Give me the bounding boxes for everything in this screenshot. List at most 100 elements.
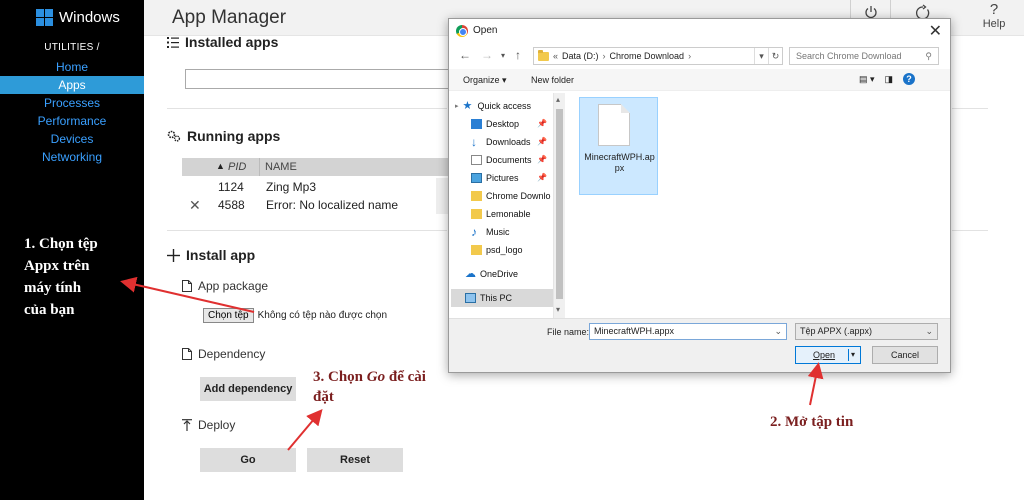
nav-item-downloads[interactable]: ↓ Downloads 📌: [451, 133, 553, 151]
row-name: Error: No localized name: [266, 198, 399, 212]
dialog-search-input[interactable]: Search Chrome Download ⚲: [789, 47, 939, 65]
organize-menu[interactable]: Organize ▾: [463, 75, 507, 86]
go-button[interactable]: Go: [200, 448, 296, 472]
plus-icon: [167, 248, 180, 262]
address-bar[interactable]: « Data (D:) › Chrome Download › ▾ ↻: [533, 47, 783, 65]
dialog-toolbar: Organize ▾ New folder ▤ ▾ ◨ ?: [449, 69, 950, 91]
open-button[interactable]: Open ▾: [795, 346, 861, 364]
sidebar-item-networking[interactable]: Networking: [0, 148, 144, 166]
file-type-value: Tệp APPX (.appx): [800, 326, 873, 336]
table-row[interactable]: ✕ 4588 Error: No localized name: [182, 196, 452, 214]
divider: [167, 108, 447, 109]
add-dependency-button[interactable]: Add dependency: [200, 377, 296, 401]
breadcrumb-item[interactable]: Data (D:): [562, 51, 599, 61]
breadcrumb-item[interactable]: Chrome Download: [610, 51, 685, 61]
divider: [952, 230, 988, 231]
scroll-up-icon[interactable]: ▴: [556, 95, 560, 104]
annotation-step-3: 3. Chọn Go để cài đặt: [313, 367, 426, 407]
folder-icon: [471, 191, 482, 201]
nav-item-quick-access[interactable]: ▸ ★ Quick access: [451, 97, 553, 115]
sidebar-item-devices[interactable]: Devices: [0, 130, 144, 148]
dialog-footer: File name: MinecraftWPH.appx ⌄ Tệp APPX …: [449, 318, 950, 372]
chevron-down-icon[interactable]: ⌄: [925, 326, 933, 337]
table-row[interactable]: 1124 Zing Mp3: [182, 178, 452, 196]
open-options-arrow-icon[interactable]: ▾: [851, 350, 855, 359]
change-view-icon[interactable]: ▤ ▾: [859, 74, 875, 85]
chevron-down-icon[interactable]: ⌄: [774, 326, 782, 337]
forward-arrow-icon[interactable]: →: [481, 48, 493, 62]
file-name-input[interactable]: MinecraftWPH.appx ⌄: [589, 323, 787, 340]
view-controls: ▤ ▾ ◨ ?: [859, 73, 916, 85]
sidebar-item-processes[interactable]: Processes: [0, 94, 144, 112]
pin-icon: 📌: [537, 137, 547, 146]
back-arrow-icon[interactable]: ←: [459, 48, 471, 62]
expand-chevron-icon[interactable]: ▸: [455, 102, 459, 110]
column-separator: [259, 158, 260, 176]
navigation-pane-scrollbar[interactable]: ▴ ▾: [553, 93, 565, 318]
nav-item-psd-logo[interactable]: psd_logo: [451, 241, 553, 259]
cancel-button[interactable]: Cancel: [872, 346, 938, 364]
nav-item-this-pc[interactable]: This PC: [451, 289, 553, 307]
nav-item-label: Quick access: [477, 101, 532, 111]
nav-item-music[interactable]: ♪ Music: [451, 223, 553, 241]
new-folder-button[interactable]: New folder: [531, 75, 574, 85]
sidebar-nav: Home Apps Processes Performance Devices …: [0, 58, 144, 166]
document-icon: [598, 104, 630, 146]
file-name-value: MinecraftWPH.appx: [594, 326, 675, 336]
breadcrumb-separator[interactable]: ›: [688, 51, 691, 61]
nav-item-onedrive[interactable]: ☁ OneDrive: [451, 265, 553, 283]
address-dropdown-icon[interactable]: ▾: [754, 48, 768, 64]
annotation-step-3-line: 3. Chọn Go để cài: [313, 367, 426, 387]
end-task-icon[interactable]: ✕: [189, 197, 201, 214]
row-pid: 4588: [218, 198, 245, 212]
file-item[interactable]: MinecraftWPH.appx: [579, 97, 658, 195]
file-type-select[interactable]: Tệp APPX (.appx) ⌄: [795, 323, 938, 340]
annotation-step-1-line: Appx trên: [24, 258, 90, 274]
up-arrow-icon[interactable]: ↑: [515, 48, 521, 62]
nav-item-desktop[interactable]: Desktop 📌: [451, 115, 553, 133]
annotation-step-2: 2. Mở tập tin: [770, 414, 854, 430]
nav-item-label: Documents: [486, 155, 532, 165]
divider: [952, 108, 988, 109]
help-icon[interactable]: ?: [903, 73, 916, 85]
nav-item-chrome-download[interactable]: Chrome Downlo: [451, 187, 553, 205]
file-icon: [182, 280, 192, 292]
file-list: MinecraftWPH.appx: [566, 93, 948, 318]
column-header-pid[interactable]: PID: [228, 161, 246, 173]
sidebar-item-performance[interactable]: Performance: [0, 112, 144, 130]
deploy-text: Deploy: [198, 418, 236, 432]
nav-item-label: psd_logo: [486, 245, 523, 255]
music-icon: ♪: [471, 225, 477, 239]
choose-file-button[interactable]: Chọn tệp: [203, 308, 254, 323]
help-button[interactable]: ? Help: [974, 0, 1014, 36]
folder-icon: [471, 209, 482, 219]
dialog-navigation: ← → ▾ ↑ « Data (D:) › Chrome Download › …: [449, 45, 950, 67]
breadcrumb-overflow[interactable]: «: [553, 51, 558, 61]
help-label: Help: [982, 18, 1006, 30]
folder-icon: [538, 49, 549, 61]
sort-asc-icon[interactable]: ▲: [216, 161, 225, 171]
reset-button[interactable]: Reset: [307, 448, 403, 472]
star-icon: ★: [462, 100, 473, 112]
page-title: App Manager: [172, 7, 287, 28]
sidebar-item-apps[interactable]: Apps: [0, 76, 144, 94]
list-icon: [167, 36, 179, 48]
scrollbar-thumb[interactable]: [556, 109, 563, 299]
refresh-icon[interactable]: ↻: [768, 48, 782, 64]
row-name: Zing Mp3: [266, 180, 317, 194]
scroll-down-icon[interactable]: ▾: [556, 305, 560, 314]
recent-locations-chevron-icon[interactable]: ▾: [501, 51, 505, 60]
installed-apps-filter-input[interactable]: [185, 69, 485, 89]
column-header-name[interactable]: NAME: [265, 161, 297, 173]
close-icon[interactable]: ✕: [929, 21, 942, 41]
breadcrumb-separator[interactable]: ›: [603, 51, 606, 61]
nav-item-documents[interactable]: Documents 📌: [451, 151, 553, 169]
deploy-label: Deploy: [182, 418, 235, 432]
nav-item-pictures[interactable]: Pictures 📌: [451, 169, 553, 187]
folder-icon: [471, 245, 482, 255]
sidebar-item-home[interactable]: Home: [0, 58, 144, 76]
preview-pane-icon[interactable]: ◨: [885, 74, 894, 85]
file-picker: Chọn tệp Không có tệp nào được chọn: [203, 308, 387, 323]
open-button-label: Open: [813, 350, 836, 360]
nav-item-lemonable[interactable]: Lemonable: [451, 205, 553, 223]
